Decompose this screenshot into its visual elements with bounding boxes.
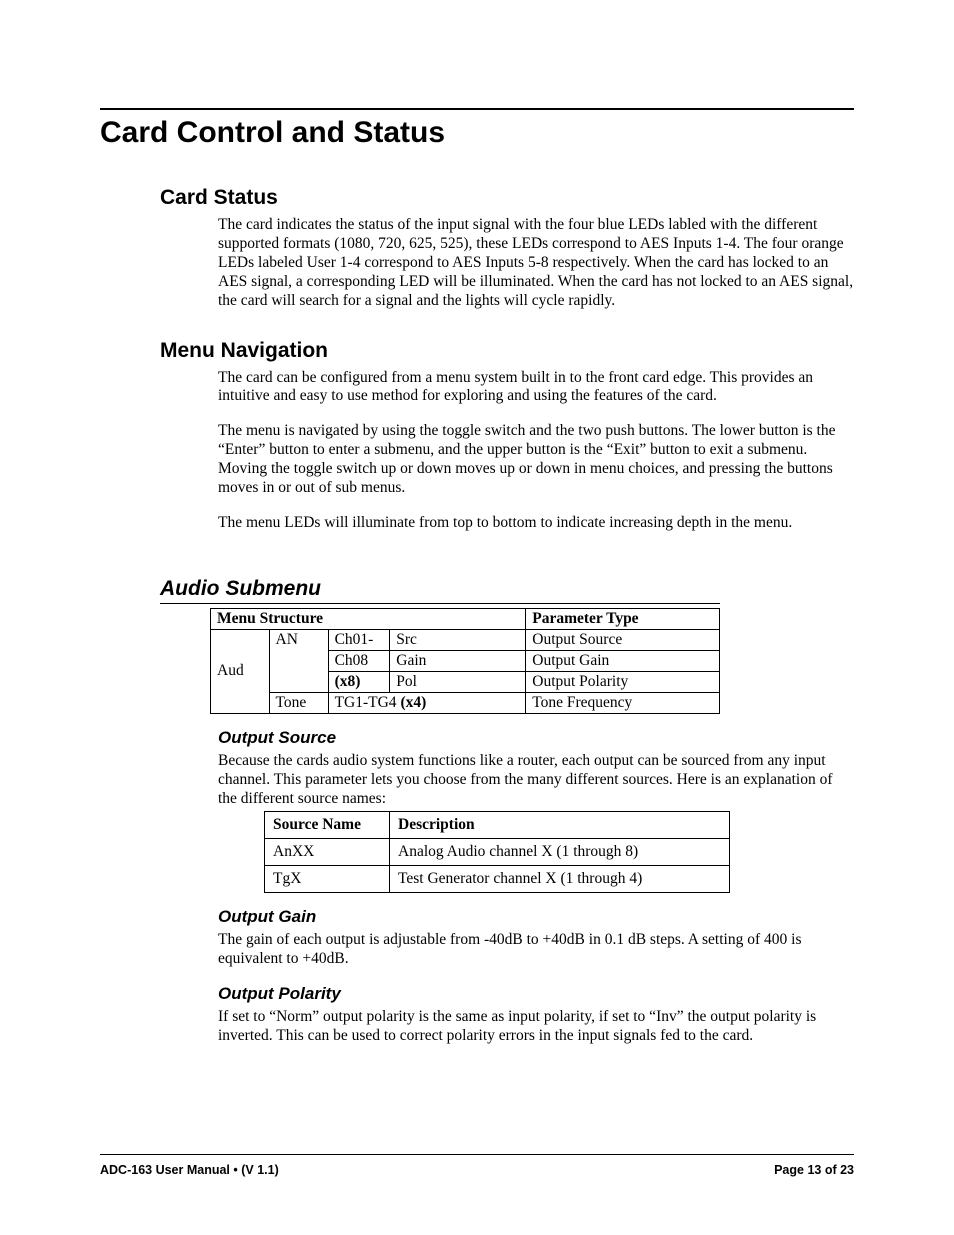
table-row: TgX Test Generator channel X (1 through … xyxy=(265,865,730,892)
cell-output-source: Output Source xyxy=(526,629,720,650)
footer-version: (V 1.1) xyxy=(238,1163,279,1177)
cell-an: AN xyxy=(269,629,328,692)
heading-card-status: Card Status xyxy=(100,186,854,210)
th-parameter-type: Parameter Type xyxy=(526,608,720,629)
table-row: Aud AN Ch01- Src Output Source xyxy=(211,629,720,650)
section-menu-navigation: Menu Navigation The card can be configur… xyxy=(100,339,854,533)
heading-audio-submenu: Audio Submenu xyxy=(160,577,720,601)
menu-nav-p1: The card can be configured from a menu s… xyxy=(100,369,854,407)
table-row: AnXX Analog Audio channel X (1 through 8… xyxy=(265,838,730,865)
heading-output-gain: Output Gain xyxy=(100,907,854,927)
title-rule xyxy=(100,108,854,110)
table-row: Source Name Description xyxy=(265,811,730,838)
output-gain-text: The gain of each output is adjustable fr… xyxy=(100,931,854,969)
menu-nav-p3: The menu LEDs will illuminate from top t… xyxy=(100,514,854,533)
cell-tgx-desc: Test Generator channel X (1 through 4) xyxy=(390,865,730,892)
th-source-name: Source Name xyxy=(265,811,390,838)
page-title: Card Control and Status xyxy=(100,116,854,150)
cell-src: Src xyxy=(390,629,526,650)
page: Card Control and Status Card Status The … xyxy=(0,0,954,1235)
table-row: Menu Structure Parameter Type xyxy=(211,608,720,629)
cell-ch01: Ch01- xyxy=(328,629,390,650)
cell-tone-freq: Tone Frequency xyxy=(526,692,720,713)
footer-left: ADC-163 User Manual • (V 1.1) xyxy=(100,1163,279,1177)
x8-label: (x8) xyxy=(335,673,361,690)
section-card-status: Card Status The card indicates the statu… xyxy=(100,186,854,311)
footer-rule xyxy=(100,1154,854,1155)
tg-label: TG1-TG4 xyxy=(335,694,401,711)
page-footer: ADC-163 User Manual • (V 1.1) Page 13 of… xyxy=(100,1163,854,1177)
output-polarity-text: If set to “Norm” output polarity is the … xyxy=(100,1008,854,1046)
cell-anxx: AnXX xyxy=(265,838,390,865)
card-status-text: The card indicates the status of the inp… xyxy=(100,216,854,311)
footer-page-number: Page 13 of 23 xyxy=(774,1163,854,1177)
cell-x8: (x8) xyxy=(328,671,390,692)
cell-tg: TG1-TG4 (x4) xyxy=(328,692,526,713)
section-audio-submenu: Audio Submenu Menu Structure Parameter T… xyxy=(100,577,854,1046)
heading-output-source: Output Source xyxy=(100,728,854,748)
heading-menu-navigation: Menu Navigation xyxy=(100,339,854,363)
cell-ch08: Ch08 xyxy=(328,650,390,671)
x4-label: (x4) xyxy=(400,694,426,711)
footer-doc-title: ADC-163 User Manual xyxy=(100,1163,233,1177)
cell-tgx: TgX xyxy=(265,865,390,892)
table-row: Tone TG1-TG4 (x4) Tone Frequency xyxy=(211,692,720,713)
source-name-table: Source Name Description AnXX Analog Audi… xyxy=(264,811,730,893)
menu-nav-p2: The menu is navigated by using the toggl… xyxy=(100,422,854,498)
cell-gain: Gain xyxy=(390,650,526,671)
output-source-text: Because the cards audio system functions… xyxy=(100,752,854,809)
cell-aud: Aud xyxy=(211,629,270,713)
heading-output-polarity: Output Polarity xyxy=(100,984,854,1004)
cell-output-polarity: Output Polarity xyxy=(526,671,720,692)
cell-output-gain: Output Gain xyxy=(526,650,720,671)
th-description: Description xyxy=(390,811,730,838)
cell-pol: Pol xyxy=(390,671,526,692)
th-menu-structure: Menu Structure xyxy=(211,608,526,629)
menu-structure-table: Menu Structure Parameter Type Aud AN Ch0… xyxy=(210,608,720,714)
cell-tone: Tone xyxy=(269,692,328,713)
cell-anxx-desc: Analog Audio channel X (1 through 8) xyxy=(390,838,730,865)
